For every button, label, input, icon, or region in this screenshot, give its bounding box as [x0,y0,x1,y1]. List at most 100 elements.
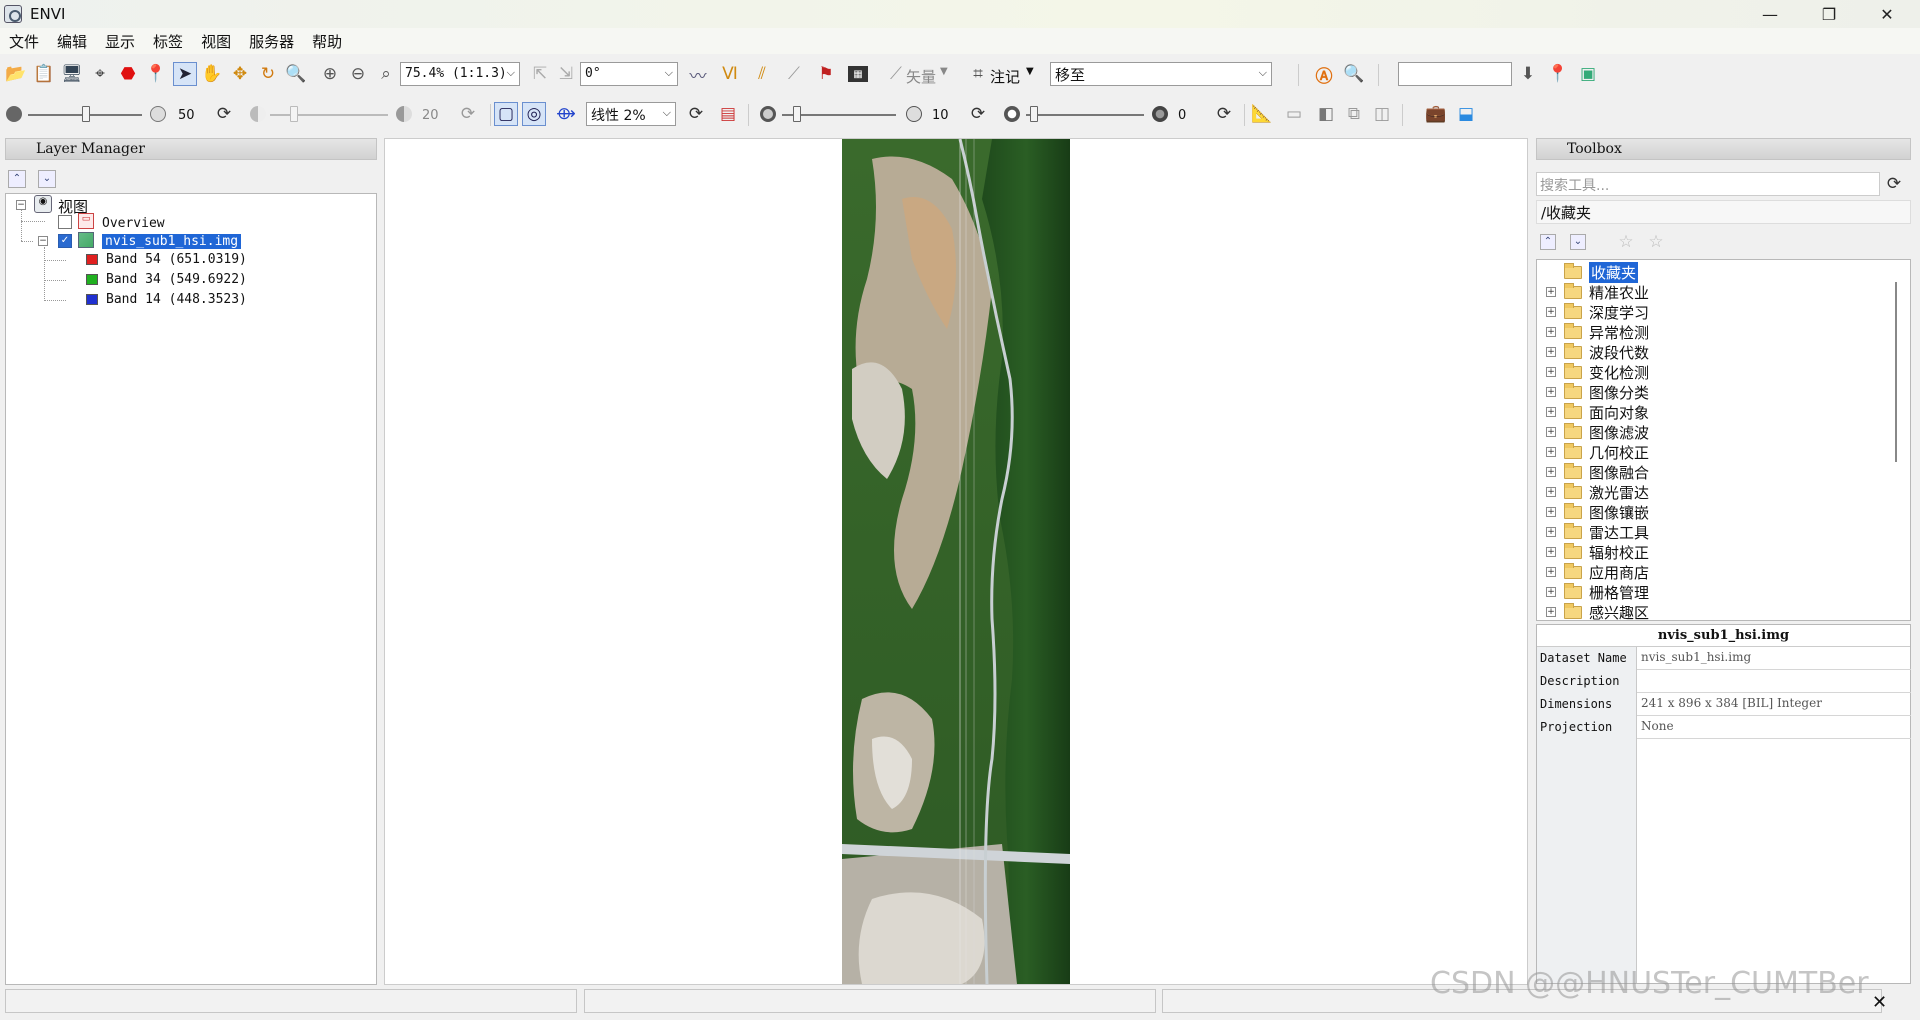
annotation-label[interactable]: 注记 [990,66,1020,87]
refresh-toolbox-icon[interactable]: ⟳ [1882,172,1906,196]
menu-server[interactable]: 服务器 [240,31,303,52]
expand-folder-toggle[interactable]: + [1546,567,1556,577]
display-icon[interactable]: 🖥 [60,62,84,86]
location-pin-icon[interactable]: 📍 [1546,62,1570,86]
export-icon[interactable]: ⬓ [1454,102,1478,126]
pan-hand-icon[interactable]: ✋ [200,62,224,86]
toolbox-folder-item[interactable]: 精准农业 [1589,282,1649,303]
chart-icon[interactable]: ⫽ [750,62,774,86]
toolbox-folder-item[interactable]: 感兴趣区 [1589,602,1649,620]
crosshair-icon[interactable]: ⌖ [88,62,112,86]
fly-icon[interactable]: ✥ [228,62,252,86]
goto-combo[interactable]: 移至 ⌵ [1050,62,1272,86]
menu-edit[interactable]: 编辑 [48,31,96,52]
expand-folder-toggle[interactable]: + [1546,587,1556,597]
toolbox-folder-item[interactable]: 变化检测 [1589,362,1649,383]
zoom-combo[interactable]: 75.4% (1:1.3) ⌵ [400,62,520,86]
tree-item-band[interactable]: Band 54 (651.0319) [106,252,247,267]
rotate-left-icon[interactable]: ⇱ [528,62,552,86]
stretch-icon[interactable]: ⟴ [554,102,578,126]
expand-folder-toggle[interactable]: + [1546,407,1556,417]
swipe-icon[interactable]: ◫ [1370,102,1394,126]
menu-help[interactable]: 帮助 [303,31,351,52]
toolbox-folder-item[interactable]: 图像分类 [1589,382,1649,403]
overview-checkbox[interactable] [58,215,72,229]
transparency-slider-thumb[interactable] [1030,106,1038,122]
toolbox-folder-item[interactable]: 面向对象 [1589,402,1649,423]
stop-icon[interactable]: ⬣ [116,62,140,86]
histogram-icon[interactable]: ▤ [716,102,740,126]
close-icon[interactable]: ✕ [1872,992,1887,1013]
toolbox-folder-item[interactable]: 几何校正 [1589,442,1649,463]
toolbox-scrollbar[interactable] [1895,282,1897,462]
menu-file[interactable]: 文件 [0,31,48,52]
spectral-profile-icon[interactable]: 〰 [686,62,710,87]
rotate-right-icon[interactable]: ⇲ [554,62,578,86]
pin-icon[interactable]: 📍 [144,62,168,86]
collapse-view-toggle[interactable]: − [16,200,26,210]
roi-icon[interactable]: ⚑ [814,62,838,86]
contrast-slider[interactable] [270,114,388,116]
property-value[interactable] [1639,670,1643,693]
vector-icon[interactable]: ⟋ [884,62,908,86]
spectral-library-icon[interactable]: Ⅵ [718,62,742,86]
zoom-out-icon[interactable]: ⊖ [346,62,370,86]
rotate-icon[interactable]: ↻ [256,62,280,86]
toolbox-search-input[interactable]: 搜索工具... [1536,172,1880,196]
transparency-value[interactable]: 0 [1178,108,1186,123]
expand-folder-toggle[interactable]: + [1546,527,1556,537]
close-button[interactable]: ✕ [1858,0,1916,28]
link-view-icon[interactable]: ◎ [522,102,546,126]
toolbox-folder-item[interactable]: 图像镶嵌 [1589,502,1649,523]
toolbox-folder-item[interactable]: 应用商店 [1589,562,1649,583]
toolbox-folder-item[interactable]: 图像融合 [1589,462,1649,483]
property-value[interactable]: nvis_sub1_hsi.img [1639,647,1753,670]
data-manager-icon[interactable]: 📋 [32,62,56,86]
collapse-all-icon[interactable]: ⌃ [8,170,26,188]
toolbox-icon[interactable]: 💼 [1424,102,1448,126]
file-checkbox[interactable]: ✓ [58,234,72,248]
expand-all-icon[interactable]: ⌄ [1570,234,1586,250]
star-add-icon[interactable]: ☆ [1614,230,1638,254]
toolbox-folder-item[interactable]: 辐射校正 [1589,542,1649,563]
search-icon[interactable]: 🔍 [1342,62,1366,86]
collapse-all-icon[interactable]: ⌃ [1540,234,1556,250]
menu-label[interactable]: 标签 [144,31,192,52]
tree-item-file[interactable]: nvis_sub1_hsi.img [102,234,242,249]
reset-brightness-icon[interactable]: ⟳ [212,102,236,126]
brightness-value[interactable]: 50 [178,108,195,123]
brightness-slider-thumb[interactable] [82,106,90,122]
measure-icon[interactable]: ⟋ [782,62,806,86]
transparency-slider[interactable] [1026,114,1144,116]
expand-folder-toggle[interactable]: + [1546,607,1556,617]
expand-folder-toggle[interactable]: + [1546,387,1556,397]
expand-folder-toggle[interactable]: + [1546,507,1556,517]
open-icon[interactable]: 📂 [4,62,28,86]
tree-item-band[interactable]: Band 34 (549.6922) [106,272,247,287]
reset-transparency-icon[interactable]: ⟳ [1212,102,1236,126]
toolbox-folder-item[interactable]: 图像滤波 [1589,422,1649,443]
download-icon[interactable]: ⬇ [1516,62,1540,86]
expand-folder-toggle[interactable]: + [1546,307,1556,317]
search-input[interactable] [1398,62,1512,86]
image-view[interactable] [384,138,1528,985]
zoom-in-icon[interactable]: ⊕ [318,62,342,86]
toolbox-folder-item[interactable]: 波段代数 [1589,342,1649,363]
property-value[interactable]: None [1639,716,1676,739]
expand-all-icon[interactable]: ⌄ [38,170,56,188]
expand-folder-toggle[interactable]: + [1546,287,1556,297]
envi-a-icon[interactable]: Ⓐ [1312,62,1336,87]
reset-contrast-icon[interactable]: ⟳ [456,102,480,126]
hyperspectral-image[interactable] [842,139,1070,984]
toolbox-folder-item[interactable]: 栅格管理 [1589,582,1649,603]
star-remove-icon[interactable]: ☆ [1644,230,1668,254]
sharpen-slider-thumb[interactable] [793,106,801,122]
zoom-tool-icon[interactable]: 🔍 [284,62,308,86]
expand-folder-toggle[interactable]: + [1546,347,1556,357]
reset-sharpen-icon[interactable]: ⟳ [966,102,990,126]
tree-item-overview[interactable]: Overview [102,216,165,231]
blend-icon[interactable]: ◧ [1314,102,1338,126]
layer-stack-icon[interactable]: ▣ [1576,62,1600,86]
expand-folder-toggle[interactable]: + [1546,547,1556,557]
sharpen-value[interactable]: 10 [932,108,949,123]
